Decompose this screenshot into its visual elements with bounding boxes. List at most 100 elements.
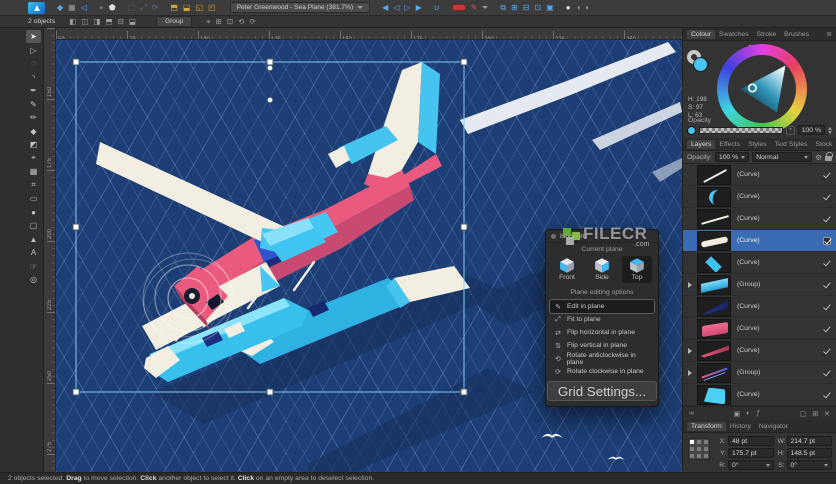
insert-icon[interactable]: ◰ (208, 2, 216, 14)
field-input[interactable]: 148.5 pt (787, 448, 833, 458)
tool-button[interactable]: ● (26, 206, 41, 219)
layers-bar-icon[interactable]: ⊞ (812, 410, 818, 418)
insert-icon[interactable]: ◱ (195, 2, 203, 14)
insert-icon[interactable]: ⬓ (183, 2, 191, 14)
layer-thumbnail[interactable] (697, 275, 731, 295)
panel-tab[interactable]: Styles (744, 140, 771, 149)
insert-icon[interactable]: ⬒ (170, 2, 178, 14)
context-icon[interactable]: ⌖ (206, 17, 210, 27)
layer-visibility-check[interactable] (823, 259, 831, 267)
layer-row[interactable]: (Curve) (683, 230, 836, 252)
field-input[interactable]: 175.7 pt (728, 448, 774, 458)
anchor-point-selector[interactable] (688, 438, 710, 460)
layer-row[interactable]: (Curve) (683, 186, 836, 208)
style-icon[interactable]: ⬟ (109, 2, 116, 14)
layer-thumbnail[interactable] (697, 209, 731, 229)
layer-row[interactable]: (Curve) (683, 164, 836, 186)
chevron-down-icon[interactable] (482, 6, 488, 9)
field-input[interactable]: 0° (728, 460, 774, 470)
layer-thumbnail[interactable] (697, 363, 731, 383)
panel-tab[interactable]: Colour (687, 30, 715, 39)
layer-thumbnail[interactable] (697, 297, 731, 317)
panel-menu-icon[interactable]: ≣ (826, 30, 832, 38)
gear-icon[interactable]: ⚙ (815, 153, 822, 162)
plane-button[interactable]: Front (552, 256, 582, 283)
tool-button[interactable]: ⌗ (26, 179, 41, 192)
layer-thumbnail[interactable] (697, 231, 731, 251)
lock-icon[interactable] (825, 156, 832, 161)
layers-bar-icon[interactable]: ✕ (824, 410, 830, 418)
tool-button[interactable]: ✏ (26, 111, 41, 124)
field-input[interactable]: 214.7 pt (787, 436, 833, 446)
align-icon[interactable]: ⬒ (106, 17, 113, 26)
panel-tab[interactable]: Navigator (755, 422, 792, 431)
tool-button[interactable]: ◎ (26, 273, 41, 286)
tool-button[interactable]: ⌖ (26, 152, 41, 165)
panel-tab[interactable]: Brushes (780, 30, 813, 39)
layer-row[interactable]: (Group) (683, 362, 836, 384)
plane-option[interactable]: ⇄ Flip horizontal in plane (550, 326, 654, 339)
panel-tab[interactable]: Transform (687, 422, 726, 431)
layer-visibility-check[interactable] (823, 237, 831, 245)
duplicate-icon[interactable]: ▣ (546, 2, 554, 14)
tool-button[interactable]: ✎ (26, 98, 41, 111)
field-input[interactable]: 48 pt (728, 436, 774, 446)
layer-visibility-check[interactable] (823, 171, 831, 179)
panel-tab[interactable]: Stroke (753, 30, 781, 39)
tool-button[interactable]: ▲ (26, 233, 41, 246)
opacity-slider-thumb[interactable] (687, 126, 696, 135)
align-icon[interactable]: ◧ (69, 17, 76, 26)
plane-button[interactable]: Side (587, 256, 617, 283)
layer-row[interactable]: (Curve) (683, 340, 836, 362)
arrange-icon[interactable]: ▶ (416, 2, 422, 14)
arrange-icon[interactable]: ◀ (382, 2, 388, 14)
plane-option[interactable]: ⇅ Flip vertical in plane (550, 339, 654, 352)
layer-thumbnail[interactable] (697, 253, 731, 273)
layer-visibility-check[interactable] (823, 215, 831, 223)
layer-visibility-check[interactable] (823, 369, 831, 377)
layer-visibility-check[interactable] (823, 325, 831, 333)
persona-icon[interactable]: ▦ (68, 2, 76, 14)
layer-visibility-check[interactable] (823, 391, 831, 399)
context-icon[interactable]: ⊡ (227, 17, 233, 26)
align-icon[interactable]: ⊟ (118, 17, 124, 26)
layer-visibility-check[interactable] (823, 281, 831, 289)
duplicate-icon[interactable]: ⊞ (511, 2, 518, 14)
arrange-icon[interactable]: ▷ (404, 2, 410, 14)
expand-arrow-icon[interactable] (688, 282, 692, 288)
tool-button[interactable]: ➤ (26, 30, 41, 43)
transform-icon[interactable]: ⤢ (140, 2, 146, 14)
layer-thumbnail[interactable] (697, 319, 731, 339)
layer-row[interactable]: (Curve) (683, 252, 836, 274)
snapping-icon[interactable]: ∪ (434, 2, 440, 14)
hsl-triangle[interactable] (730, 57, 794, 121)
layers-bar-icon[interactable]: ◐ (746, 410, 750, 418)
plane-button[interactable]: Top (622, 256, 652, 283)
tool-button[interactable]: ◆ (26, 125, 41, 138)
panel-tab[interactable]: Layers (687, 140, 715, 149)
noise-toggle-icon[interactable]: ◔ (786, 126, 795, 135)
layer-visibility-check[interactable] (823, 303, 831, 311)
align-icon[interactable]: ◫ (81, 17, 88, 26)
panel-tab[interactable]: Text Styles (771, 140, 812, 149)
layer-row[interactable]: (Curve) (683, 384, 836, 406)
plane-option[interactable]: ⟲ Rotate anticlockwise in plane (550, 352, 654, 365)
layers-bar-icon[interactable]: ƒ (756, 410, 760, 418)
layer-visibility-check[interactable] (823, 193, 831, 201)
tool-button[interactable]: ◌ (26, 57, 41, 70)
plane-option[interactable]: ⟳ Rotate clockwise in plane (550, 365, 654, 378)
colour-wheel[interactable] (717, 44, 807, 134)
align-icon[interactable]: ◨ (93, 17, 100, 26)
blend-mode-select[interactable]: Normal (752, 152, 812, 162)
fill-swatch[interactable] (693, 57, 708, 72)
duplicate-icon[interactable]: ⧉ (500, 2, 506, 14)
layer-row[interactable]: (Group) (683, 274, 836, 296)
grid-settings-button[interactable]: Grid Settings... (547, 381, 657, 401)
style-pen-icon[interactable]: ✎ (471, 2, 478, 14)
isometric-panel-header[interactable]: Isometric (546, 230, 658, 243)
layer-row[interactable]: (Curve) (683, 318, 836, 340)
plane-option[interactable]: ⤢ Fit to plane (550, 313, 654, 326)
layers-bar-icon[interactable]: ▢ (800, 410, 807, 418)
app-icon[interactable] (28, 2, 45, 14)
close-icon[interactable] (551, 234, 556, 239)
